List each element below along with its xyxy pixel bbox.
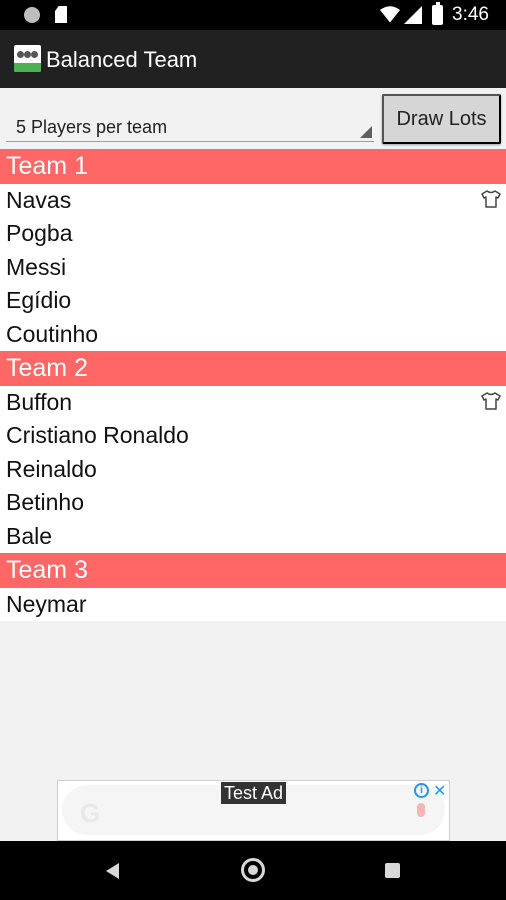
player-row[interactable]: Messi <box>0 250 506 285</box>
player-name: Buffon <box>6 388 73 415</box>
ad-label: Test Ad <box>221 782 287 804</box>
back-icon[interactable] <box>106 863 119 879</box>
player-name: Cristiano Ronaldo <box>6 422 189 449</box>
app-title: Balanced Team <box>46 47 198 72</box>
ad-info-icon[interactable]: i <box>414 783 429 798</box>
recents-icon[interactable] <box>385 863 400 878</box>
notification-dot-icon <box>24 7 40 23</box>
battery-charging-icon <box>432 2 443 25</box>
player-row[interactable]: Cristiano Ronaldo <box>0 419 506 453</box>
spinner-selected-value: 5 Players per team <box>16 117 168 137</box>
player-row[interactable]: Buffon <box>0 385 506 420</box>
player-name: Messi <box>6 253 67 280</box>
player-row[interactable]: Bale <box>0 519 506 553</box>
cell-signal-icon <box>404 6 422 24</box>
player-name: Betinho <box>6 489 85 516</box>
home-icon[interactable] <box>241 858 265 882</box>
goalkeeper-shirt-icon <box>481 392 501 410</box>
player-row[interactable]: Betinho <box>0 486 506 520</box>
player-name: Bale <box>6 522 53 549</box>
draw-lots-button[interactable]: Draw Lots <box>382 94 501 144</box>
wifi-icon <box>380 6 400 23</box>
status-bar: 3:46 <box>0 0 506 30</box>
player-row[interactable]: Navas <box>0 184 506 218</box>
ad-banner[interactable]: G Test Ad i ✕ <box>57 780 450 841</box>
dropdown-arrow-icon <box>360 126 372 138</box>
goalkeeper-shirt-icon <box>481 190 501 208</box>
player-name: Pogba <box>6 220 73 247</box>
player-name: Egídio <box>6 287 72 314</box>
status-time: 3:46 <box>452 4 489 25</box>
app-bar: Balanced Team <box>0 30 506 88</box>
player-name: Coutinho <box>6 320 99 347</box>
team-header: Team 1 <box>0 149 506 184</box>
system-nav-bar <box>0 841 506 900</box>
team-list: Team 1 Navas Pogba Messi Egídio Coutinho Team … <box>0 149 506 622</box>
player-row[interactable]: Coutinho <box>0 317 506 351</box>
team-header: Team 3 <box>0 552 506 588</box>
players-per-team-spinner[interactable]: 5 Players per team <box>6 96 374 142</box>
player-row[interactable]: Egídio <box>0 284 506 318</box>
player-row[interactable]: Pogba <box>0 217 506 251</box>
team-logo-icon <box>14 45 41 72</box>
mic-icon <box>417 803 425 817</box>
team-header: Team 2 <box>0 350 506 386</box>
player-name: Reinaldo <box>6 455 97 482</box>
controls-bar: 5 Players per team Draw Lots <box>0 88 506 148</box>
player-row[interactable]: Neymar <box>0 587 506 622</box>
sd-card-icon <box>55 6 67 23</box>
google-logo-icon: G <box>80 798 101 828</box>
player-row[interactable]: Reinaldo <box>0 452 506 487</box>
player-name: Navas <box>6 187 72 213</box>
player-name: Neymar <box>6 590 87 617</box>
ad-close-icon[interactable]: ✕ <box>433 781 446 801</box>
